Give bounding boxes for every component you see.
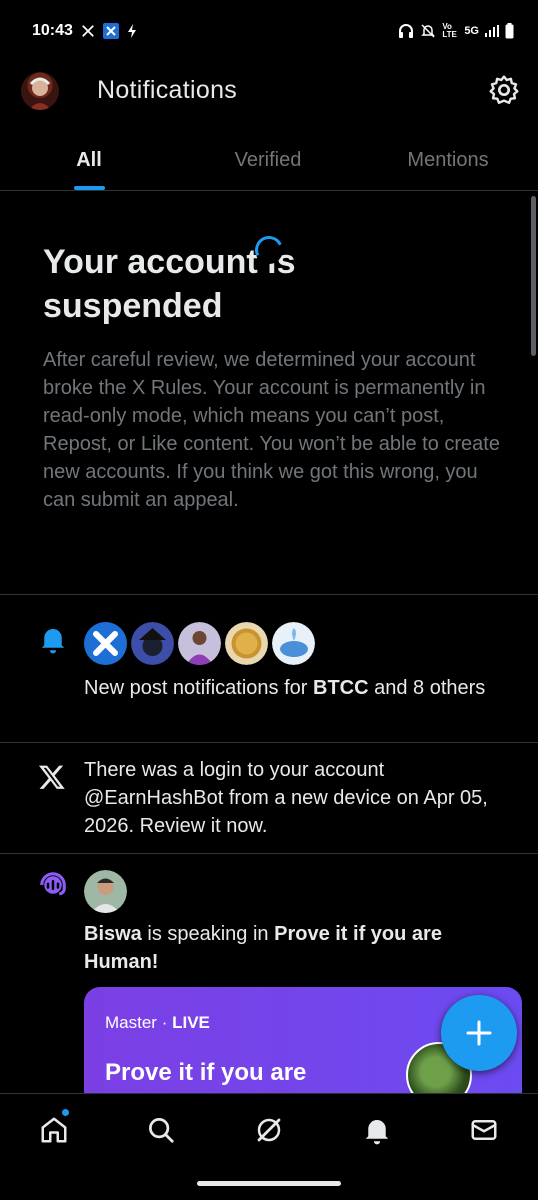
notice-body: After careful review, we determined your… xyxy=(43,349,500,511)
tab-verified-label: Verified xyxy=(234,149,302,171)
settings-gear-icon[interactable] xyxy=(488,74,520,106)
space-host-name: Master xyxy=(105,1013,157,1032)
mute-icon xyxy=(420,23,436,39)
tab-verified[interactable]: Verified xyxy=(178,132,358,190)
notification-text-part: New post notifications for xyxy=(84,677,313,699)
search-icon xyxy=(149,1117,175,1143)
header: Notifications xyxy=(0,62,538,124)
notification-space-text: Biswa is speaking in Prove it if you are… xyxy=(84,920,514,976)
notification-tabs: All Verified Mentions xyxy=(0,132,538,191)
bell-icon xyxy=(365,1119,388,1144)
home-indicator[interactable] xyxy=(197,1181,341,1186)
tab-mentions[interactable]: Mentions xyxy=(358,132,538,190)
compose-button[interactable] xyxy=(441,995,517,1071)
signal-icon xyxy=(485,25,499,37)
mail-icon xyxy=(471,1119,497,1140)
unread-dot xyxy=(61,1108,70,1117)
avatar-user-5[interactable] xyxy=(272,622,315,665)
active-tab-indicator xyxy=(73,186,105,190)
speaker-name: Biswa xyxy=(84,923,142,945)
notification-new-posts[interactable]: New post notifications for BTCC and 8 ot… xyxy=(0,602,538,743)
section-divider xyxy=(0,594,538,602)
status-time: 10:43 xyxy=(32,22,73,39)
notification-login[interactable]: There was a login to your account @EarnH… xyxy=(0,743,538,854)
grok-icon xyxy=(257,1118,281,1141)
x-logo-icon xyxy=(81,24,95,38)
notification-text-part: is speaking in xyxy=(141,923,275,945)
live-badge: LIVE xyxy=(172,1013,210,1032)
nav-grok[interactable] xyxy=(215,1094,323,1165)
tab-all[interactable]: All xyxy=(0,132,178,190)
avatar-user-4[interactable] xyxy=(225,622,268,665)
nav-messages[interactable] xyxy=(430,1094,538,1165)
tab-all-label: All xyxy=(76,149,102,171)
bottom-navigation xyxy=(0,1093,538,1165)
separator: · xyxy=(161,1013,168,1032)
notice-title-line2: suspended xyxy=(43,287,223,325)
notification-account-name: BTCC xyxy=(313,677,369,699)
nav-search[interactable] xyxy=(108,1094,216,1165)
notification-text: New post notifications for BTCC and 8 ot… xyxy=(84,674,514,702)
plus-icon xyxy=(466,1020,492,1046)
spaces-icon xyxy=(38,870,68,900)
suspension-notice: Your account is suspended After careful … xyxy=(43,240,503,514)
notification-text-part: and 8 others xyxy=(368,677,486,699)
tab-mentions-label: Mentions xyxy=(407,149,489,171)
notification-login-text: There was a login to your account @EarnH… xyxy=(84,759,488,837)
notification-avatars xyxy=(84,622,315,665)
page-title: Notifications xyxy=(97,76,238,104)
volte-label: Vo LTE xyxy=(442,22,457,39)
nav-notifications[interactable] xyxy=(323,1094,431,1165)
x-logo-icon xyxy=(38,763,68,793)
headphones-icon xyxy=(398,23,414,39)
avatar-btcc[interactable] xyxy=(84,622,127,665)
bell-icon xyxy=(38,624,68,654)
status-bar: 10:43 Vo LTE 5G xyxy=(0,0,538,62)
charging-bolt-icon xyxy=(127,24,137,38)
avatar-biswa[interactable] xyxy=(84,870,127,913)
avatar-user-2[interactable] xyxy=(131,622,174,665)
space-host: Master · LIVE xyxy=(105,1013,210,1033)
home-icon xyxy=(41,1117,67,1142)
avatar-user-3[interactable] xyxy=(178,622,221,665)
app-notification-icon xyxy=(102,23,119,39)
scrollbar[interactable] xyxy=(531,196,536,356)
network-label: 5G xyxy=(464,25,479,37)
space-card-title: Prove it if you are xyxy=(105,1059,307,1086)
battery-icon xyxy=(505,23,514,39)
profile-avatar[interactable] xyxy=(21,72,59,110)
nav-home[interactable] xyxy=(0,1094,108,1165)
